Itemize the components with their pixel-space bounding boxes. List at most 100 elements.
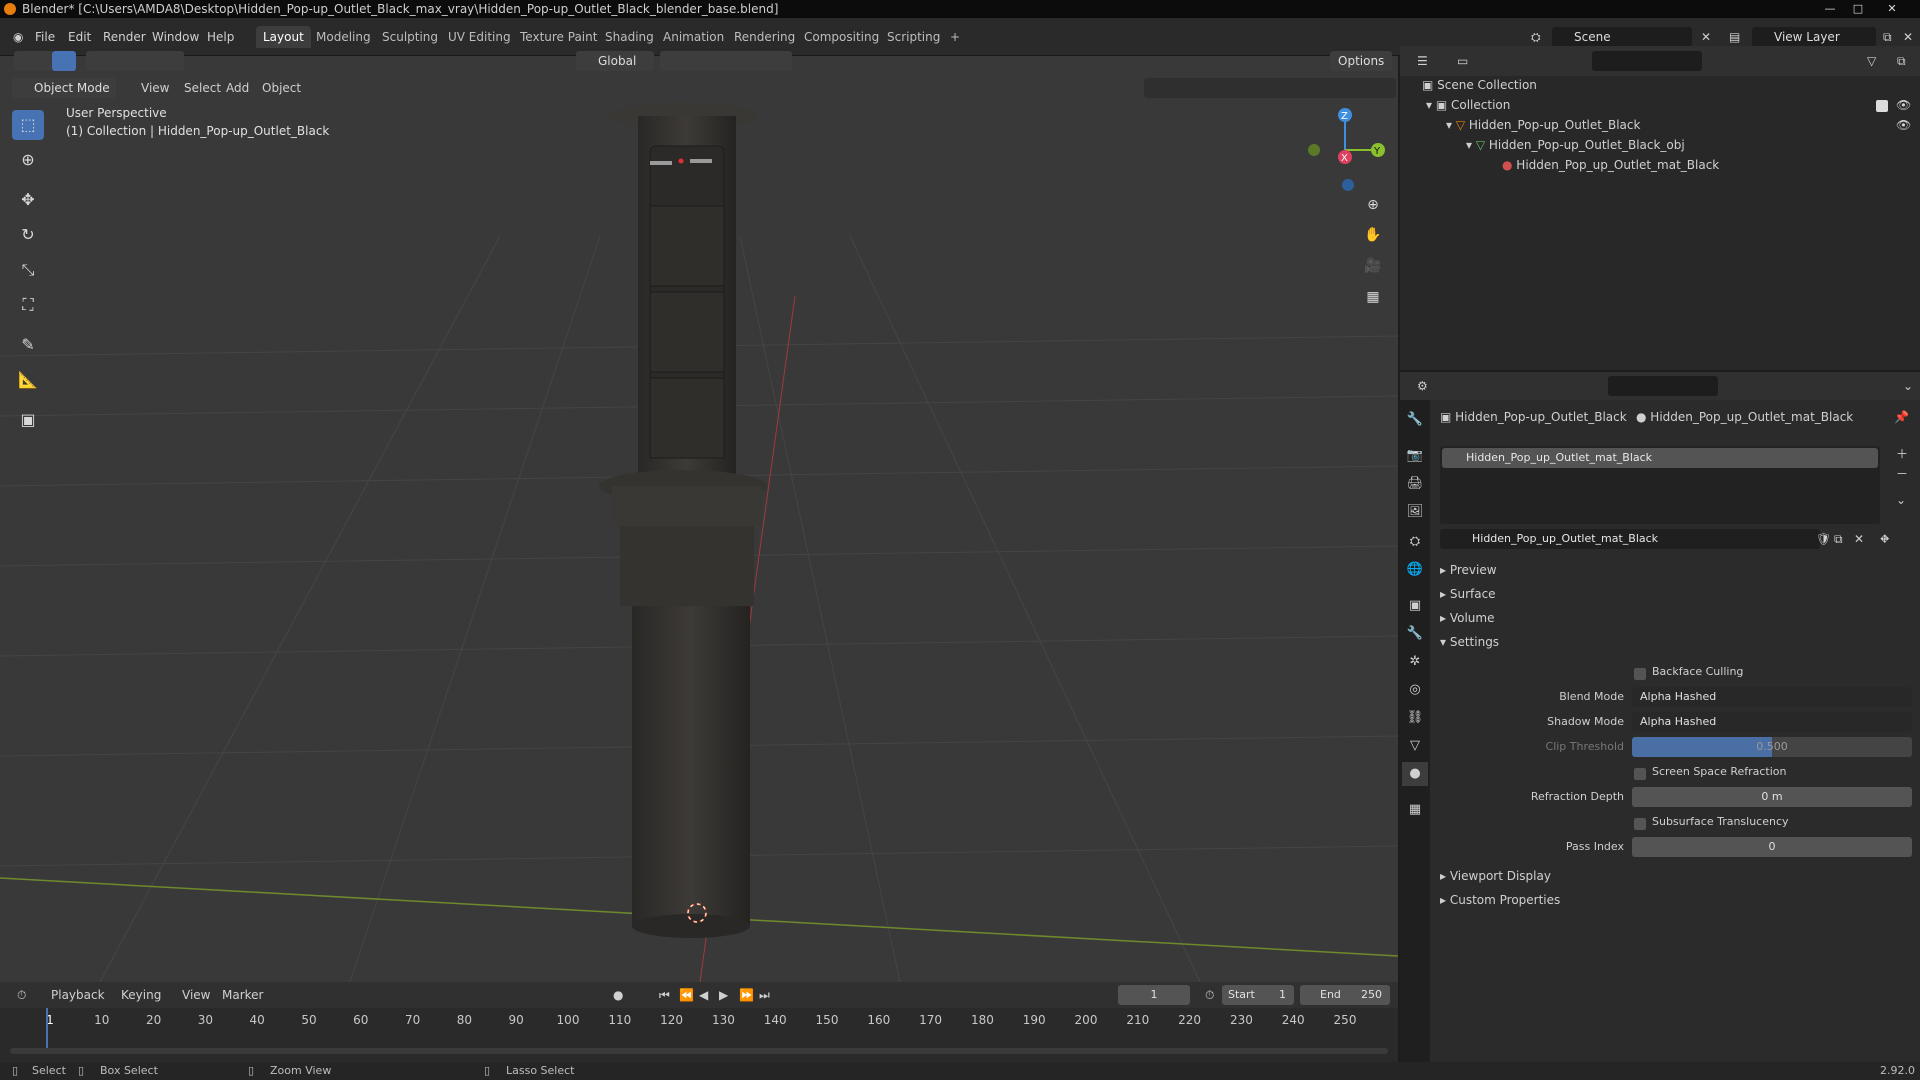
eye-icon[interactable]: 👁 xyxy=(1896,95,1911,115)
editor-type-dropdown[interactable] xyxy=(14,51,54,71)
viewport-menu-view[interactable]: View xyxy=(135,78,175,98)
view-layer-icon[interactable]: ▤ xyxy=(1722,27,1747,47)
camera-view-icon[interactable]: 🎥 xyxy=(1360,253,1386,279)
add-workspace-button[interactable]: + xyxy=(943,26,967,48)
properties-search-input[interactable] xyxy=(1608,376,1718,396)
start-frame-field[interactable]: Start 1 xyxy=(1222,985,1294,1005)
panel-volume[interactable]: ▸ Volume xyxy=(1440,607,1494,629)
menu-help[interactable]: Help xyxy=(200,27,241,47)
tool-tab-icon[interactable]: 🔧 xyxy=(1402,408,1428,432)
panel-surface[interactable]: ▸ Surface xyxy=(1440,583,1496,605)
render-tab-icon[interactable]: 📷 xyxy=(1402,444,1428,468)
filter-icon[interactable]: ▽ xyxy=(1860,51,1883,71)
record-icon[interactable]: ● xyxy=(606,985,630,1005)
snap-proportional-controls[interactable] xyxy=(660,51,792,71)
timeline-view-menu[interactable]: View xyxy=(175,985,217,1005)
panel-viewport-display[interactable]: ▸ Viewport Display xyxy=(1440,865,1551,887)
outliner-item-object[interactable]: ▾ ▽ Hidden_Pop-up_Outlet_Black xyxy=(1446,115,1640,135)
unlink-material-icon[interactable]: ✕ xyxy=(1854,529,1864,549)
close-icon[interactable]: ✕ xyxy=(1694,27,1718,47)
tab-rendering[interactable]: Rendering xyxy=(727,26,802,48)
pin-icon[interactable]: 📌 xyxy=(1894,407,1909,427)
current-frame-field[interactable]: 1 xyxy=(1118,985,1190,1005)
material-tab-icon[interactable]: ● xyxy=(1402,762,1428,786)
tab-uv-editing[interactable]: UV Editing xyxy=(441,26,518,48)
tab-animation[interactable]: Animation xyxy=(656,26,731,48)
refraction-depth-field[interactable]: 0 m xyxy=(1632,787,1912,807)
viewport-menu-object[interactable]: Object xyxy=(256,78,307,98)
material-slot-item[interactable]: Hidden_Pop_up_Outlet_mat_Black xyxy=(1442,448,1878,468)
maximize-button[interactable]: □ xyxy=(1846,0,1870,18)
duplicate-material-icon[interactable]: ⧉ xyxy=(1834,529,1843,549)
view-layer-tab-icon[interactable]: 🖼 xyxy=(1402,500,1428,524)
tab-layout[interactable]: Layout xyxy=(256,26,311,48)
menu-file[interactable]: File xyxy=(28,27,62,47)
scale-tool[interactable]: ⤡ xyxy=(12,255,44,285)
timeline-editor-type-icon[interactable]: ⏱ xyxy=(10,985,33,1005)
tab-sculpting[interactable]: Sculpting xyxy=(375,26,445,48)
blender-menu-icon[interactable]: ◉ xyxy=(6,27,30,47)
clock-icon[interactable]: ⏱ xyxy=(1198,985,1221,1005)
panel-preview[interactable]: ▸ Preview xyxy=(1440,559,1497,581)
outliner-item-scene-collection[interactable]: ▣ Scene Collection xyxy=(1422,75,1537,95)
cursor-tool[interactable]: ⊕ xyxy=(12,145,44,175)
tab-compositing[interactable]: Compositing xyxy=(797,26,886,48)
viewport-menu-add[interactable]: Add xyxy=(220,78,255,98)
close-button[interactable]: ✕ xyxy=(1880,0,1904,18)
select-mode-icon[interactable] xyxy=(52,51,76,71)
outliner-item-material[interactable]: ● Hidden_Pop_up_Outlet_mat_Black xyxy=(1502,155,1719,175)
properties-editor-type-icon[interactable]: ⚙ xyxy=(1410,376,1435,396)
scene-tab-icon[interactable]: ⛭ xyxy=(1402,530,1428,554)
rotate-tool[interactable]: ↻ xyxy=(12,220,44,250)
outliner-item-collection[interactable]: ▾ ▣ Collection xyxy=(1426,95,1510,115)
add-cube-tool[interactable]: ▣ xyxy=(12,405,44,435)
world-tab-icon[interactable]: 🌐 xyxy=(1402,558,1428,582)
minimize-button[interactable]: — xyxy=(1818,0,1842,18)
scene-field[interactable]: Scene xyxy=(1552,27,1692,47)
panel-settings[interactable]: ▾ Settings xyxy=(1440,631,1499,653)
outliner-item-mesh[interactable]: ▾ ▽ Hidden_Pop-up_Outlet_Black_obj xyxy=(1466,135,1685,155)
chevron-down-icon[interactable]: ⌄ xyxy=(1896,490,1906,510)
transform-tool[interactable]: ⛶ xyxy=(12,290,44,320)
object-mode-dropdown[interactable]: Object Mode xyxy=(12,78,116,98)
panel-custom-properties[interactable]: ▸ Custom Properties xyxy=(1440,889,1560,911)
menu-edit[interactable]: Edit xyxy=(61,27,98,47)
expand-chevron-icon[interactable]: ▾ xyxy=(1426,98,1436,112)
modifier-tab-icon[interactable]: 🔧 xyxy=(1402,622,1428,646)
selection-mode-buttons[interactable] xyxy=(86,51,184,71)
add-slot-button[interactable]: ＋ xyxy=(1896,444,1908,464)
eye-icon[interactable]: 👁 xyxy=(1896,115,1911,135)
fake-user-icon[interactable]: 🛡 xyxy=(1816,529,1831,549)
keying-menu[interactable]: Keying xyxy=(114,985,168,1005)
marker-menu[interactable]: Marker xyxy=(215,985,270,1005)
close-icon[interactable]: ✕ xyxy=(1896,27,1920,47)
tab-shading[interactable]: Shading xyxy=(598,26,661,48)
options-dropdown[interactable]: Options xyxy=(1330,51,1392,71)
jump-end-icon[interactable]: ⏭ xyxy=(752,985,777,1005)
viewport-shading-controls[interactable] xyxy=(1144,78,1396,98)
3d-viewport[interactable] xyxy=(0,56,1398,982)
pass-index-field[interactable]: 0 xyxy=(1632,837,1912,857)
pan-hand-icon[interactable]: ✋ xyxy=(1360,222,1386,248)
clip-threshold-slider[interactable]: 0.500 xyxy=(1632,737,1912,757)
end-frame-field[interactable]: End 250 xyxy=(1300,985,1390,1005)
transform-orientation-dropdown[interactable]: Global xyxy=(576,51,654,71)
blend-mode-dropdown[interactable]: Alpha Hashed xyxy=(1632,687,1912,707)
object-tab-icon[interactable]: ▣ xyxy=(1402,594,1428,618)
ssr-checkbox[interactable] xyxy=(1634,768,1646,780)
tab-scripting[interactable]: Scripting xyxy=(880,26,947,48)
outliner-search-input[interactable] xyxy=(1592,51,1702,71)
view-layer-field[interactable]: View Layer xyxy=(1752,27,1876,47)
playback-menu[interactable]: Playback xyxy=(44,985,112,1005)
subsurface-checkbox[interactable] xyxy=(1634,818,1646,830)
node-tree-icon[interactable]: ⛖ xyxy=(1880,529,1890,549)
output-tab-icon[interactable]: 🖨 xyxy=(1402,472,1428,496)
zoom-icon[interactable]: ⊕ xyxy=(1360,192,1386,218)
expand-chevron-icon[interactable]: ▾ xyxy=(1466,138,1476,152)
chevron-down-icon[interactable]: ⌄ xyxy=(1896,376,1920,396)
annotate-tool[interactable]: ✎ xyxy=(12,330,44,360)
navigation-gizmo[interactable]: Z Y X xyxy=(1300,105,1390,195)
tab-modeling[interactable]: Modeling xyxy=(309,26,378,48)
new-collection-icon[interactable]: ⧉ xyxy=(1890,51,1913,71)
particles-tab-icon[interactable]: ✲ xyxy=(1402,650,1428,674)
